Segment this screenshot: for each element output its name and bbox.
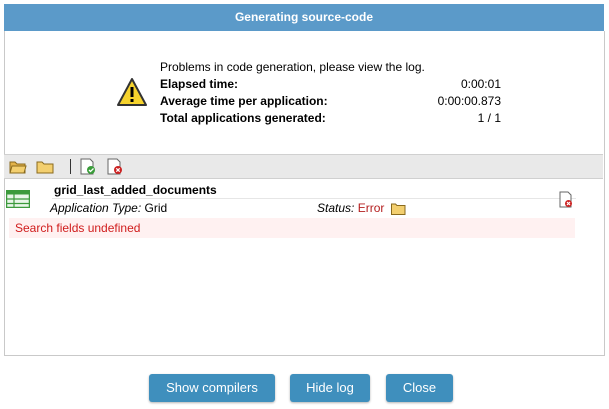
close-button[interactable]: Close (386, 374, 453, 402)
doc-error-icon[interactable] (559, 191, 573, 208)
hide-log-button[interactable]: Hide log (290, 374, 370, 402)
folder-icon[interactable] (390, 202, 406, 215)
elapsed-time-value: 0:00:01 (460, 77, 501, 91)
application-name: grid_last_added_documents (54, 183, 217, 197)
error-message-text: Search fields undefined (15, 221, 141, 235)
average-time-value: 0:00:00.873 (437, 94, 501, 108)
total-apps-label: Total applications generated: (160, 111, 326, 125)
show-compilers-button[interactable]: Show compilers (149, 374, 275, 402)
generation-message: Problems in code generation, please view… (160, 60, 425, 74)
application-type-label: Application Type: (50, 201, 142, 215)
open-folder-icon[interactable] (9, 158, 27, 175)
error-message: Search fields undefined (9, 218, 575, 238)
folder-icon[interactable] (36, 158, 54, 175)
grid-icon (6, 190, 30, 208)
doc-ok-icon[interactable] (79, 158, 97, 175)
doc-error-icon[interactable] (106, 158, 124, 175)
application-type: Application Type: Grid (50, 201, 167, 215)
elapsed-time-label: Elapsed time: (160, 77, 239, 91)
total-apps-value: 1 / 1 (477, 111, 501, 125)
status-value: Error (357, 201, 385, 215)
application-status: Status: Error (317, 201, 406, 215)
application-type-value: Grid (144, 201, 168, 215)
status-label: Status: (317, 201, 355, 215)
toolbar-separator (70, 159, 71, 174)
warning-icon (117, 78, 147, 106)
log-toolbar (4, 154, 603, 179)
application-divider (52, 198, 576, 199)
average-time-label: Average time per application: (160, 94, 328, 108)
dialog-title: Generating source-code (4, 4, 604, 31)
